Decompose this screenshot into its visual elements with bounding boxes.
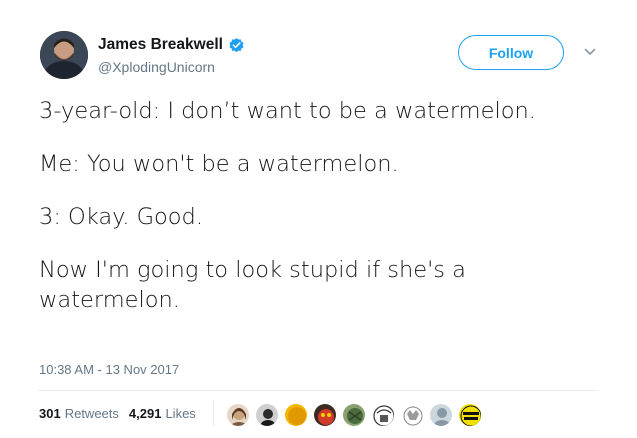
liker-avatar-icon (343, 404, 365, 426)
tweet-card: James Breakwell @XplodingUnicorn Follow … (0, 0, 637, 438)
liker-avatar-icon (256, 404, 278, 426)
tweet-text: 3-year-old: I don’t want to be a waterme… (39, 96, 599, 315)
liker-avatar-icon (430, 404, 452, 426)
author-name[interactable]: James Breakwell (98, 36, 223, 54)
author-avatar[interactable] (40, 31, 88, 79)
liker-avatar-icon (285, 404, 307, 426)
stats-separator (213, 400, 214, 426)
tweet-line: 3-year-old: I don’t want to be a waterme… (39, 98, 536, 124)
tweet-line: Me: You won't be a watermelon. (39, 151, 399, 177)
author-info: James Breakwell @XplodingUnicorn (98, 35, 245, 75)
liker-avatar[interactable] (429, 403, 453, 427)
liker-avatar-icon (459, 404, 481, 426)
liker-avatar[interactable] (313, 403, 337, 427)
retweets-stat[interactable]: 301 Retweets (39, 406, 119, 421)
tweet-line: Now I'm going to look stupid if she's a … (39, 257, 466, 313)
likes-stat[interactable]: 4,291 Likes (129, 406, 196, 421)
tweet-stats: 301 Retweets 4,291 Likes (39, 406, 196, 421)
liker-avatar-icon (314, 404, 336, 426)
follow-button[interactable]: Follow (458, 35, 564, 70)
liker-avatar-icon (401, 404, 423, 426)
retweets-count: 301 (39, 406, 61, 421)
liker-avatar[interactable] (255, 403, 279, 427)
liker-avatar[interactable] (458, 403, 482, 427)
likes-count: 4,291 (128, 406, 162, 421)
liker-avatar[interactable] (342, 403, 366, 427)
liker-avatar[interactable] (400, 403, 424, 427)
divider (38, 390, 598, 391)
chevron-down-icon[interactable] (584, 47, 596, 57)
tweet-line: 3: Okay. Good. (39, 204, 203, 230)
tweet-timestamp[interactable]: 10:38 AM - 13 Nov 2017 (39, 362, 179, 377)
retweets-label: Retweets (64, 406, 119, 421)
liker-avatar-icon (372, 404, 394, 426)
profile-photo-icon (40, 31, 88, 79)
liker-avatar-icon (227, 404, 249, 426)
liker-avatar[interactable] (284, 403, 308, 427)
liker-avatar[interactable] (371, 403, 395, 427)
likes-label: Likes (165, 406, 196, 421)
likers-list (226, 403, 487, 427)
author-handle[interactable]: @XplodingUnicorn (98, 59, 245, 75)
verified-badge-icon (228, 37, 245, 54)
liker-avatar[interactable] (226, 403, 250, 427)
